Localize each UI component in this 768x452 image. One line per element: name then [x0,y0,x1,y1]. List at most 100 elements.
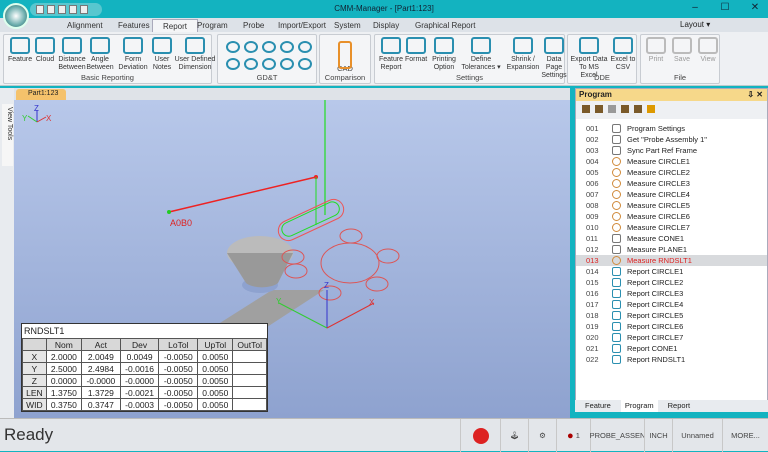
program-item[interactable]: 002 Get "Probe Assembly 1" [576,134,767,145]
step-number: 016 [586,289,599,298]
program-item[interactable]: 015 Report CIRCLE2 [576,277,767,288]
shrink-expansion-button[interactable]: Shrink / Expansion [505,37,541,72]
button-icon [579,37,599,54]
program-item[interactable]: 004 Measure CIRCLE1 [576,156,767,167]
svg-text:Y: Y [276,297,282,306]
cell: -0.0050 [158,374,199,387]
cell: 0.0050 [197,350,234,363]
feature-button[interactable]: Feature [8,37,32,64]
view-tools-tab[interactable]: View Tools [2,104,13,166]
form-deviation-button[interactable]: Form Deviation [116,37,150,72]
probe-icon[interactable] [634,105,642,113]
panel-tab-program[interactable]: Program [620,400,658,412]
program-item[interactable]: 018 Report CIRCLE5 [576,310,767,321]
print-icon[interactable] [80,5,88,14]
program-item[interactable]: 011 Measure CONE1 [576,233,767,244]
program-item[interactable]: 010 Measure CIRCLE7 [576,222,767,233]
joystick-icon[interactable]: 🕹 [500,419,528,452]
program-item[interactable]: 019 Report CIRCLE6 [576,321,767,332]
program-item[interactable]: 006 Measure CIRCLE3 [576,178,767,189]
run-icon[interactable] [582,105,590,113]
user-notes-button[interactable]: User Notes [150,37,174,72]
program-item[interactable]: 014 Report CIRCLE1 [576,266,767,277]
program-item[interactable]: 016 Report CIRCLE3 [576,288,767,299]
feature-report-button[interactable]: Feature Report [377,37,405,72]
gdt-tool-icon[interactable] [244,41,258,53]
printing-option-button[interactable]: Printing Option [431,37,457,72]
angle-between-button[interactable]: Angle Between [86,37,114,72]
panel-tab-report[interactable]: Report [664,400,695,412]
panel-tab-feature[interactable]: Feature [581,400,615,412]
program-item[interactable]: 012 Measure PLANE1 [576,244,767,255]
data-page-settings-button[interactable]: Data Page Settings [539,37,569,80]
step-label: Report CONE1 [627,344,678,353]
gdt-tool-icon[interactable] [280,41,294,53]
program-item[interactable]: 013 Measure RNDSLT1 [576,255,767,266]
excel-to-csv-button[interactable]: Excel to CSV [610,37,636,72]
gdt-tool-icon[interactable] [226,41,240,53]
open-icon[interactable] [47,5,55,14]
user-defined-dimension-button[interactable]: User Defined Dimension [174,37,216,72]
more-button[interactable]: MORE... [722,419,768,452]
gdt-tool-icon[interactable] [262,41,276,53]
doc-tab-part[interactable]: Part1:123 [16,89,66,100]
program-item[interactable]: 008 Measure CIRCLE5 [576,200,767,211]
close-button[interactable]: ✕ [744,2,766,16]
export-data-to-ms-excel-button[interactable]: Export Data To MS Excel [570,37,608,80]
distance-between-button[interactable]: Distance Between [58,37,86,72]
step-label: Report CIRCLE7 [627,333,684,342]
pin-close-icon[interactable]: ⇩ ✕ [747,90,763,99]
stop-icon[interactable] [608,105,616,113]
cell: 0.0000 [45,374,83,387]
program-item[interactable]: 003 Sync Part Ref Frame [576,145,767,156]
cell [232,362,267,375]
cloud-button[interactable]: Cloud [34,37,56,64]
format-button[interactable]: Format [405,37,427,64]
tab-alignment[interactable]: Alignment [57,19,113,32]
step-icon[interactable] [595,105,603,113]
maximize-button[interactable]: ☐ [714,2,736,16]
step-number: 018 [586,311,599,320]
machine-icon[interactable]: ⚙ [528,419,556,452]
layout-menu[interactable]: Layout ▾ [680,20,710,29]
gdt-tool-icon[interactable] [298,58,312,70]
define-tolerances-button[interactable]: Define Tolerances ▾ [459,37,503,72]
step-label: Measure CIRCLE6 [627,212,690,221]
run-from-icon[interactable] [621,105,629,113]
refresh-icon[interactable] [647,105,655,113]
tab-display[interactable]: Display [363,19,409,32]
step-icon [612,146,621,155]
cell: 1.3729 [81,386,121,399]
cad-comparison-icon[interactable] [338,41,352,69]
program-item[interactable]: 009 Measure CIRCLE6 [576,211,767,222]
app-menu-button[interactable] [3,3,29,29]
minimize-button[interactable]: – [684,2,706,16]
view-button[interactable]: View [697,37,719,64]
save-icon[interactable] [58,5,66,14]
program-item[interactable]: 007 Measure CIRCLE4 [576,189,767,200]
probe-icon[interactable] [69,5,77,14]
new-icon[interactable] [36,5,44,14]
program-item[interactable]: 005 Measure CIRCLE2 [576,167,767,178]
probe-name[interactable]: PROBE_ASSEN [590,419,645,452]
tab-graphical-report[interactable]: Graphical Report [405,19,485,32]
probe-status[interactable]: ● 1 [556,419,590,452]
program-item[interactable]: 020 Report CIRCLE7 [576,332,767,343]
gdt-tool-icon[interactable] [226,58,240,70]
units[interactable]: INCH [644,419,672,452]
gdt-tool-icon[interactable] [280,58,294,70]
program-item[interactable]: 001 Program Settings [576,123,767,134]
program-item[interactable]: 017 Report CIRCLE4 [576,299,767,310]
program-item[interactable]: 022 Report RNDSLT1 [576,354,767,365]
estop-icon[interactable] [460,419,500,452]
print-button[interactable]: Print [645,37,667,64]
gdt-tool-icon[interactable] [244,58,258,70]
circle-icon [612,179,621,188]
gdt-tool-icon[interactable] [262,58,276,70]
save-button[interactable]: Save [671,37,693,64]
program-name[interactable]: Unnamed [672,419,722,452]
cell [232,386,267,399]
gdt-tool-icon[interactable] [298,41,312,53]
program-item[interactable]: 021 Report CONE1 [576,343,767,354]
tab-program[interactable]: Program [187,19,238,32]
